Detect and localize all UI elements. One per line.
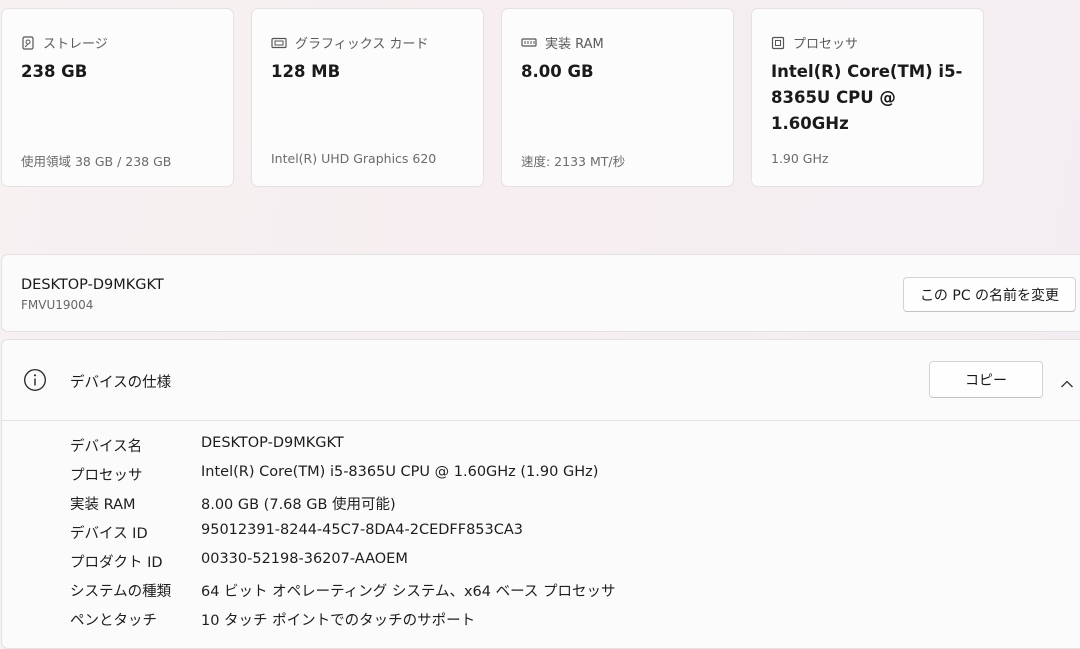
- info-icon: [23, 368, 47, 396]
- spec-label: デバイス ID: [70, 526, 148, 542]
- card-header: ストレージ: [21, 33, 108, 52]
- spec-value: 64 ビット オペレーティング システム、x64 ベース プロセッサ: [201, 584, 616, 600]
- rename-pc-button[interactable]: この PC の名前を変更: [903, 277, 1076, 312]
- device-spec-header[interactable]: デバイスの仕様 コピー: [2, 340, 1080, 421]
- storage-total: 238 GB: [21, 62, 88, 81]
- spec-label: ペンとタッチ: [70, 613, 157, 629]
- card-title: ストレージ: [43, 37, 108, 52]
- card-title: プロセッサ: [793, 37, 859, 52]
- storage-card: ストレージ 238 GB 使用領域 38 GB / 238 GB: [1, 8, 234, 187]
- pc-name: DESKTOP-D9MKGKT: [21, 277, 164, 293]
- processor-name: Intel(R) Core(TM) i5-8365U CPU @ 1.60GHz: [771, 62, 963, 133]
- graphics-model: Intel(R) UHD Graphics 620: [271, 151, 437, 166]
- device-spec-panel: デバイスの仕様 コピー デバイス名 DESKTOP-D9MKGKT プロセッサ …: [1, 339, 1080, 649]
- graphics-card: グラフィックス カード 128 MB Intel(R) UHD Graphics…: [251, 8, 484, 187]
- card-header: プロセッサ: [771, 33, 858, 52]
- spec-value: 8.00 GB (7.68 GB 使用可能): [201, 497, 396, 513]
- spec-value: 10 タッチ ポイントでのタッチのサポート: [201, 613, 476, 629]
- spec-value: 95012391-8244-45C7-8DA4-2CEDFF853CA3: [201, 522, 524, 538]
- graphics-card-icon: [271, 36, 287, 50]
- ram-card: 実装 RAM 8.00 GB 速度: 2133 MT/秒: [501, 8, 734, 187]
- processor-icon: [771, 36, 785, 50]
- spec-label: システムの種類: [70, 584, 172, 600]
- copy-button[interactable]: コピー: [929, 361, 1043, 398]
- card-title: グラフィックス カード: [295, 37, 429, 52]
- spec-value: 00330-52198-36207-AAOEM: [201, 551, 408, 567]
- spec-label: プロセッサ: [70, 468, 143, 484]
- card-title: 実装 RAM: [545, 37, 604, 52]
- spec-label: 実装 RAM: [70, 497, 136, 513]
- ram-speed: 速度: 2133 MT/秒: [521, 154, 626, 169]
- spec-value: DESKTOP-D9MKGKT: [201, 435, 344, 451]
- spec-value: Intel(R) Core(TM) i5-8365U CPU @ 1.60GHz…: [201, 464, 599, 480]
- storage-usage: 使用領域 38 GB / 238 GB: [21, 154, 172, 169]
- pc-name-panel: DESKTOP-D9MKGKT FMVU19004 この PC の名前を変更: [1, 254, 1080, 332]
- graphics-memory: 128 MB: [271, 62, 341, 81]
- ram-icon: [521, 36, 537, 50]
- card-header: 実装 RAM: [521, 33, 604, 52]
- spec-label: デバイス名: [70, 439, 143, 455]
- device-spec-title: デバイスの仕様: [70, 375, 172, 391]
- ram-total: 8.00 GB: [521, 62, 594, 81]
- processor-card: プロセッサ Intel(R) Core(TM) i5-8365U CPU @ 1…: [751, 8, 984, 187]
- processor-speed: 1.90 GHz: [771, 151, 829, 166]
- spec-label: プロダクト ID: [70, 555, 163, 571]
- card-header: グラフィックス カード: [271, 33, 428, 52]
- storage-icon: [21, 35, 35, 50]
- chevron-up-icon[interactable]: [1060, 374, 1074, 393]
- pc-model: FMVU19004: [21, 298, 94, 312]
